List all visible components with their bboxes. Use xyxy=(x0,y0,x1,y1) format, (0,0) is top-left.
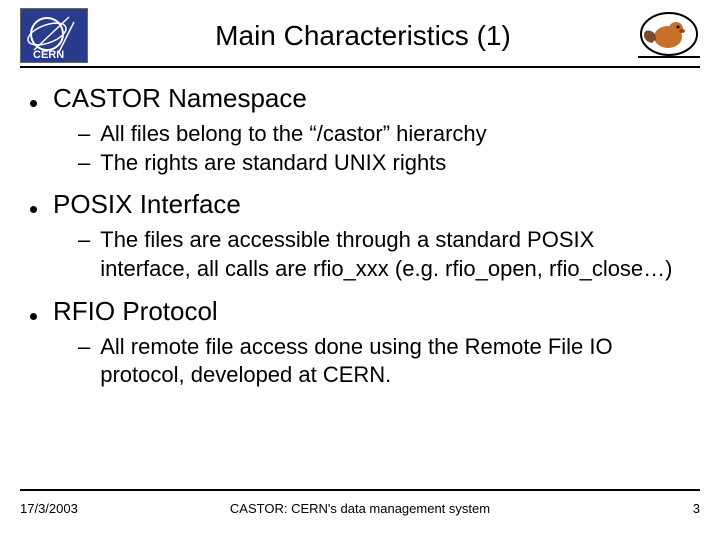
bullet-label: RFIO Protocol xyxy=(53,294,218,329)
bullet-item: RFIO Protocol xyxy=(30,294,690,329)
svg-text:CERN: CERN xyxy=(33,49,64,60)
sub-item: – All files belong to the “/castor” hier… xyxy=(78,120,690,149)
footer-divider xyxy=(20,489,700,491)
header-divider xyxy=(20,66,700,68)
bullet-dot-icon xyxy=(30,313,37,320)
castor-beaver-icon xyxy=(638,11,700,61)
sub-item-text: All remote file access done using the Re… xyxy=(100,333,690,390)
footer-caption: CASTOR: CERN's data management system xyxy=(20,501,700,516)
bullet-label: CASTOR Namespace xyxy=(53,81,307,116)
sub-list: – The files are accessible through a sta… xyxy=(78,226,690,283)
sub-item: – All remote file access done using the … xyxy=(78,333,690,390)
dash-icon: – xyxy=(78,120,90,149)
sub-item: – The files are accessible through a sta… xyxy=(78,226,690,283)
bullet-dot-icon xyxy=(30,206,37,213)
sub-item-text: The rights are standard UNIX rights xyxy=(100,149,446,178)
sub-list: – All files belong to the “/castor” hier… xyxy=(78,120,690,177)
bullet-item: POSIX Interface xyxy=(30,187,690,222)
sub-item: – The rights are standard UNIX rights xyxy=(78,149,690,178)
footer-row: 17/3/2003 CASTOR: CERN's data management… xyxy=(20,501,700,516)
dash-icon: – xyxy=(78,226,90,255)
slide-title: Main Characteristics (1) xyxy=(88,12,638,60)
cern-logo-icon: CERN xyxy=(20,8,88,63)
bullet-item: CASTOR Namespace xyxy=(30,81,690,116)
slide-body: CASTOR Namespace – All files belong to t… xyxy=(0,63,720,390)
footer-date: 17/3/2003 xyxy=(20,501,78,516)
dash-icon: – xyxy=(78,149,90,178)
dash-icon: – xyxy=(78,333,90,362)
sub-item-text: All files belong to the “/castor” hierar… xyxy=(100,120,486,149)
bullet-label: POSIX Interface xyxy=(53,187,241,222)
sub-item-text: The files are accessible through a stand… xyxy=(100,226,690,283)
slide-footer: 17/3/2003 CASTOR: CERN's data management… xyxy=(20,489,700,516)
footer-page-number: 3 xyxy=(693,501,700,516)
slide-header: CERN Main Characteristics (1) xyxy=(0,0,720,63)
sub-list: – All remote file access done using the … xyxy=(78,333,690,390)
bullet-dot-icon xyxy=(30,100,37,107)
